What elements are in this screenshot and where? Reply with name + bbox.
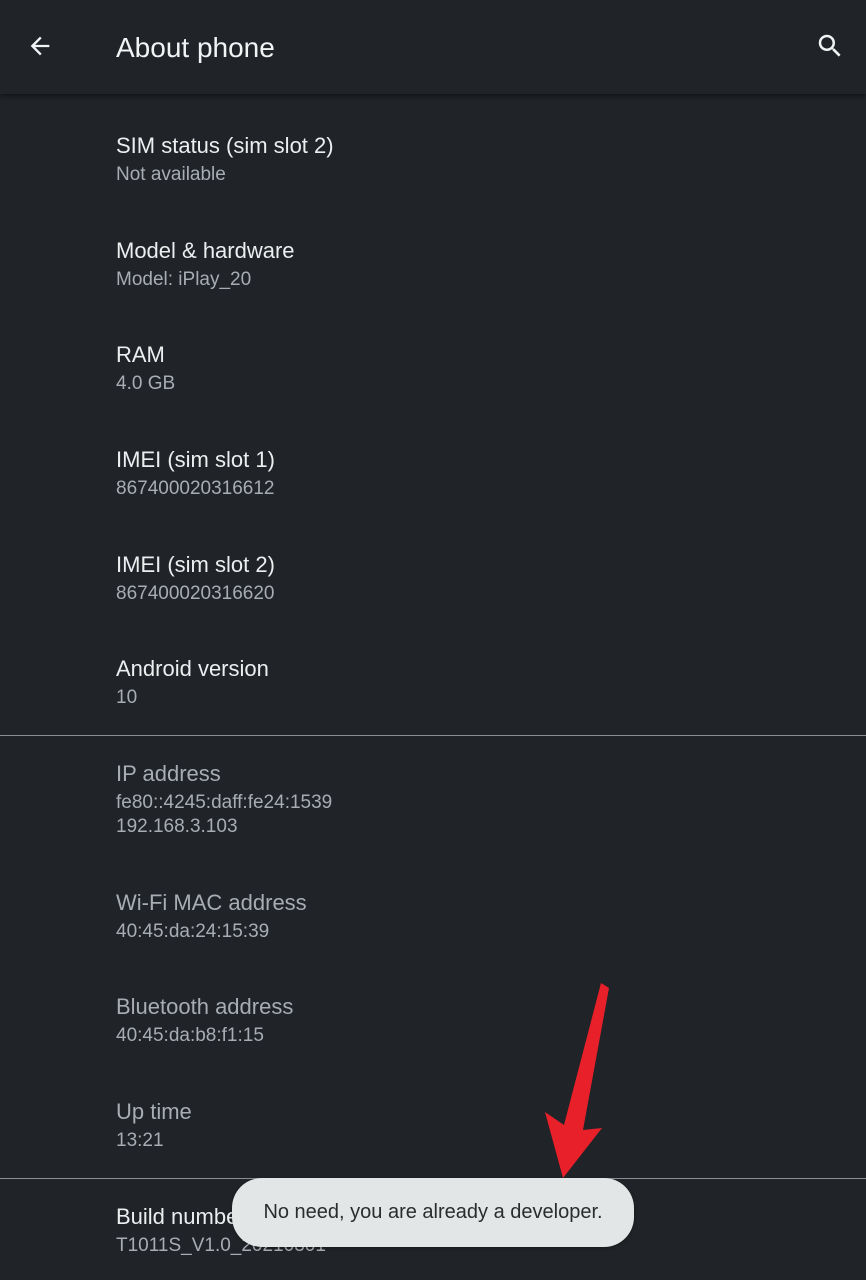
item-label: Android version — [116, 656, 269, 681]
item-value: 4.0 GB — [116, 373, 176, 394]
annotation-arrow-icon — [545, 983, 609, 1178]
item-label: Wi-Fi MAC address — [116, 890, 307, 915]
item-label: Up time — [116, 1099, 192, 1124]
item-value: 867400020316612 — [116, 478, 275, 499]
page-title: About phone — [116, 32, 275, 63]
list-item-bluetooth-address: Bluetooth address 40:45:da:b8:f1:15 — [116, 993, 816, 1048]
item-value: Model: iPlay_20 — [116, 269, 252, 290]
section-divider — [0, 735, 866, 736]
item-value: 40:45:da:24:15:39 — [116, 921, 270, 942]
back-button[interactable] — [20, 26, 60, 66]
list-item-ip-address: IP address fe80::4245:daff:fe24:1539 192… — [116, 760, 816, 839]
item-value-line-1: fe80::4245:daff:fe24:1539 — [116, 792, 333, 813]
item-label: SIM status (sim slot 2) — [116, 133, 334, 158]
item-label: Bluetooth address — [116, 994, 294, 1019]
item-value: 13:21 — [116, 1130, 164, 1151]
list-item-sim-status[interactable]: SIM status (sim slot 2) Not available — [116, 132, 816, 187]
list-item-model-hardware[interactable]: Model & hardware Model: iPlay_20 — [116, 237, 816, 292]
item-label: Model & hardware — [116, 238, 295, 263]
item-label: IMEI (sim slot 2) — [116, 552, 275, 577]
list-item-imei-slot-2[interactable]: IMEI (sim slot 2) 867400020316620 — [116, 551, 816, 606]
item-value: 10 — [116, 687, 138, 708]
item-label: RAM — [116, 342, 165, 367]
item-value: 40:45:da:b8:f1:15 — [116, 1025, 264, 1046]
item-value: Not available — [116, 164, 226, 185]
list-item-wifi-mac: Wi-Fi MAC address 40:45:da:24:15:39 — [116, 889, 816, 944]
item-label: IP address — [116, 761, 221, 786]
item-value: 867400020316620 — [116, 583, 275, 604]
back-arrow-icon — [30, 36, 50, 56]
list-item-imei-slot-1[interactable]: IMEI (sim slot 1) 867400020316612 — [116, 446, 816, 501]
search-button[interactable] — [810, 26, 850, 66]
item-label: IMEI (sim slot 1) — [116, 447, 275, 472]
item-value-line-2: 192.168.3.103 — [116, 816, 238, 837]
app-bar: About phone — [0, 0, 866, 94]
list-item-up-time: Up time 13:21 — [116, 1098, 816, 1153]
list-item-ram[interactable]: RAM 4.0 GB — [116, 341, 816, 396]
toast-message: No need, you are already a developer. — [232, 1178, 634, 1247]
search-icon — [818, 34, 841, 57]
list-item-android-version[interactable]: Android version 10 — [116, 655, 816, 710]
